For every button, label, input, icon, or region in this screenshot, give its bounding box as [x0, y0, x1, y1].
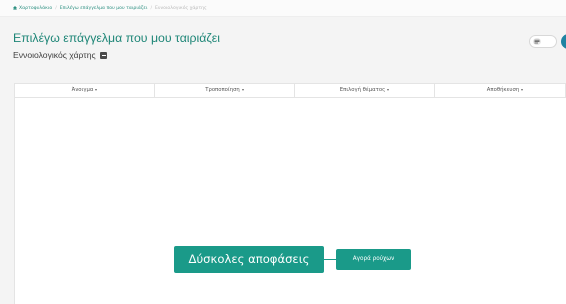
breadcrumb-career-link[interactable]: Επιλέγω επάγγελμα που μου ταιριάζει — [60, 6, 148, 11]
caret-down-icon — [521, 88, 524, 91]
toggle-knob-icon — [534, 39, 540, 44]
menu-theme-label: Επιλογή θέματος — [339, 87, 386, 93]
menu-edit-label: Τροποποίηση — [205, 87, 240, 93]
collapse-icon[interactable] — [100, 51, 108, 59]
breadcrumb: Χαρτοφυλάκιο / Επιλέγω επάγγελμα που μου τ… — [0, 0, 566, 17]
breadcrumb-current: Εννοιολογικός χάρτης — [155, 6, 207, 11]
subtitle-label: Εννοιολογικός χάρτης — [13, 50, 96, 60]
mindmap-canvas[interactable] — [14, 98, 566, 304]
caret-down-icon — [95, 88, 98, 91]
action-button[interactable] — [561, 34, 566, 49]
view-toggle-switch[interactable] — [529, 35, 557, 48]
mindmap-child-node[interactable]: Αγορά ρούχων — [336, 249, 411, 270]
caret-down-icon — [241, 88, 244, 91]
menu-save[interactable]: Αποθήκευση — [435, 84, 566, 97]
breadcrumb-portfolio-link[interactable]: Χαρτοφυλάκιο — [19, 6, 52, 11]
menu-save-label: Αποθήκευση — [486, 87, 520, 93]
page: Χαρτοφυλάκιο / Επιλέγω επάγγελμα που μου τ… — [0, 0, 566, 304]
menu-edit[interactable]: Τροποποίηση — [155, 84, 295, 97]
menu-theme[interactable]: Επιλογή θέματος — [295, 84, 435, 97]
page-title: Επιλέγω επάγγελμα που μου ταιριάζει — [13, 31, 221, 45]
mindmap-central-node[interactable]: Δύσκολες αποφάσεις — [174, 246, 324, 273]
page-subtitle: Εννοιολογικός χάρτης — [13, 50, 108, 60]
home-icon — [13, 1, 17, 10]
mindmap-connector — [324, 259, 336, 260]
menu-open-label: Άνοιγμα — [71, 87, 94, 93]
breadcrumb-separator: / — [55, 6, 57, 11]
toggle-knob — [533, 38, 541, 45]
breadcrumb-separator: / — [150, 6, 153, 11]
caret-down-icon — [387, 88, 390, 91]
mindmap-toolbar: Άνοιγμα Τροποποίηση Επιλογή θέματος Αποθ… — [14, 83, 566, 98]
menu-open[interactable]: Άνοιγμα — [15, 84, 155, 97]
